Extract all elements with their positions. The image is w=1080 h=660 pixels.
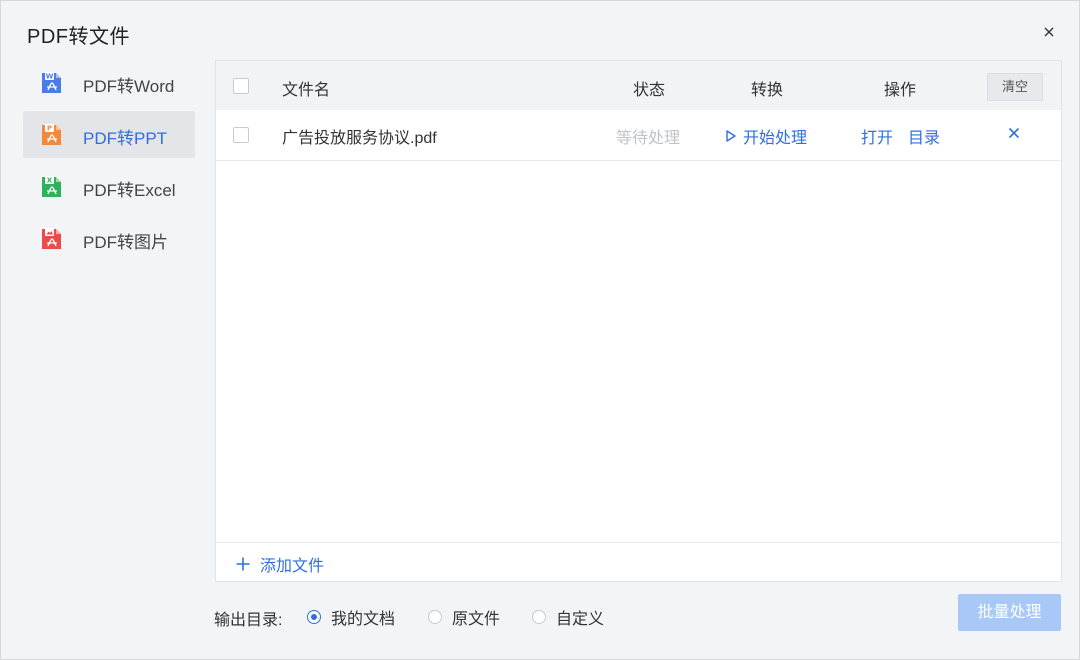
sidebar-item-pdf-to-image[interactable]: PDF转图片 (23, 215, 195, 262)
open-file-link[interactable]: 打开 (861, 124, 893, 148)
status-text: 等待处理 (616, 130, 681, 147)
dialog-title: PDF转文件 (27, 26, 130, 48)
output-directory-label: 输出目录: (214, 612, 283, 629)
radio-button[interactable] (532, 610, 546, 624)
output-option-label: 自定义 (556, 611, 605, 628)
sidebar-item-pdf-to-excel[interactable]: X PDF转Excel (23, 163, 195, 210)
play-icon (726, 130, 736, 142)
sidebar-item-pdf-to-ppt[interactable]: P PDF转PPT (23, 111, 195, 158)
sidebar: W PDF转Word P PDF转PPT X PDF转Excel PDF转图片 (23, 59, 195, 267)
sidebar-item-label: PDF转Excel (83, 181, 176, 200)
start-processing-link[interactable]: 开始处理 (725, 124, 807, 148)
close-icon (1044, 27, 1054, 37)
plus-icon (236, 557, 250, 571)
column-header-status: 状态 (633, 82, 666, 99)
close-button[interactable] (1038, 21, 1060, 43)
word-file-icon: W (42, 72, 61, 93)
radio-button[interactable] (428, 610, 442, 624)
radio-button-checked[interactable] (307, 610, 321, 624)
output-option-my-documents[interactable]: 我的文档 (307, 605, 395, 629)
svg-text:X: X (47, 177, 53, 185)
sidebar-item-label: PDF转PPT (83, 129, 168, 148)
add-file-label: 添加文件 (260, 558, 325, 575)
output-option-label: 原文件 (452, 611, 501, 628)
start-processing-label: 开始处理 (743, 130, 808, 147)
row-checkbox[interactable] (233, 127, 249, 143)
file-table: 文件名 状态 转换 操作 清空 广告投放服务协议.pdf 等待处理 开始处理 打… (215, 60, 1062, 582)
ppt-file-icon: P (42, 124, 61, 145)
file-name: 广告投放服务协议.pdf (282, 130, 437, 147)
close-icon (1008, 127, 1020, 139)
pdf-convert-dialog: PDF转文件 W PDF转Word P PDF转PPT X PDF转Excel … (0, 0, 1080, 660)
svg-text:P: P (47, 125, 52, 133)
output-option-source-file[interactable]: 原文件 (428, 605, 500, 629)
table-header: 文件名 状态 转换 操作 清空 (216, 61, 1061, 110)
remove-file-button[interactable] (1007, 126, 1021, 140)
table-row: 广告投放服务协议.pdf 等待处理 开始处理 打开 目录 (216, 110, 1061, 161)
select-all-checkbox[interactable] (233, 78, 249, 94)
add-file-button[interactable]: 添加文件 (236, 552, 324, 576)
open-directory-link[interactable]: 目录 (908, 124, 940, 148)
image-file-icon (42, 228, 61, 249)
excel-file-icon: X (42, 176, 61, 197)
add-file-bar: 添加文件 (216, 542, 1061, 582)
column-header-action: 操作 (884, 82, 917, 99)
svg-text:W: W (46, 73, 54, 81)
sidebar-item-label: PDF转Word (83, 77, 175, 96)
clear-button[interactable]: 清空 (987, 73, 1043, 101)
sidebar-item-label: PDF转图片 (83, 233, 168, 252)
sidebar-item-pdf-to-word[interactable]: W PDF转Word (23, 59, 195, 106)
batch-process-button[interactable]: 批量处理 (958, 594, 1061, 631)
column-header-filename: 文件名 (282, 82, 331, 99)
column-header-convert: 转换 (751, 82, 784, 99)
output-option-label: 我的文档 (331, 611, 396, 628)
output-option-custom[interactable]: 自定义 (532, 605, 604, 629)
